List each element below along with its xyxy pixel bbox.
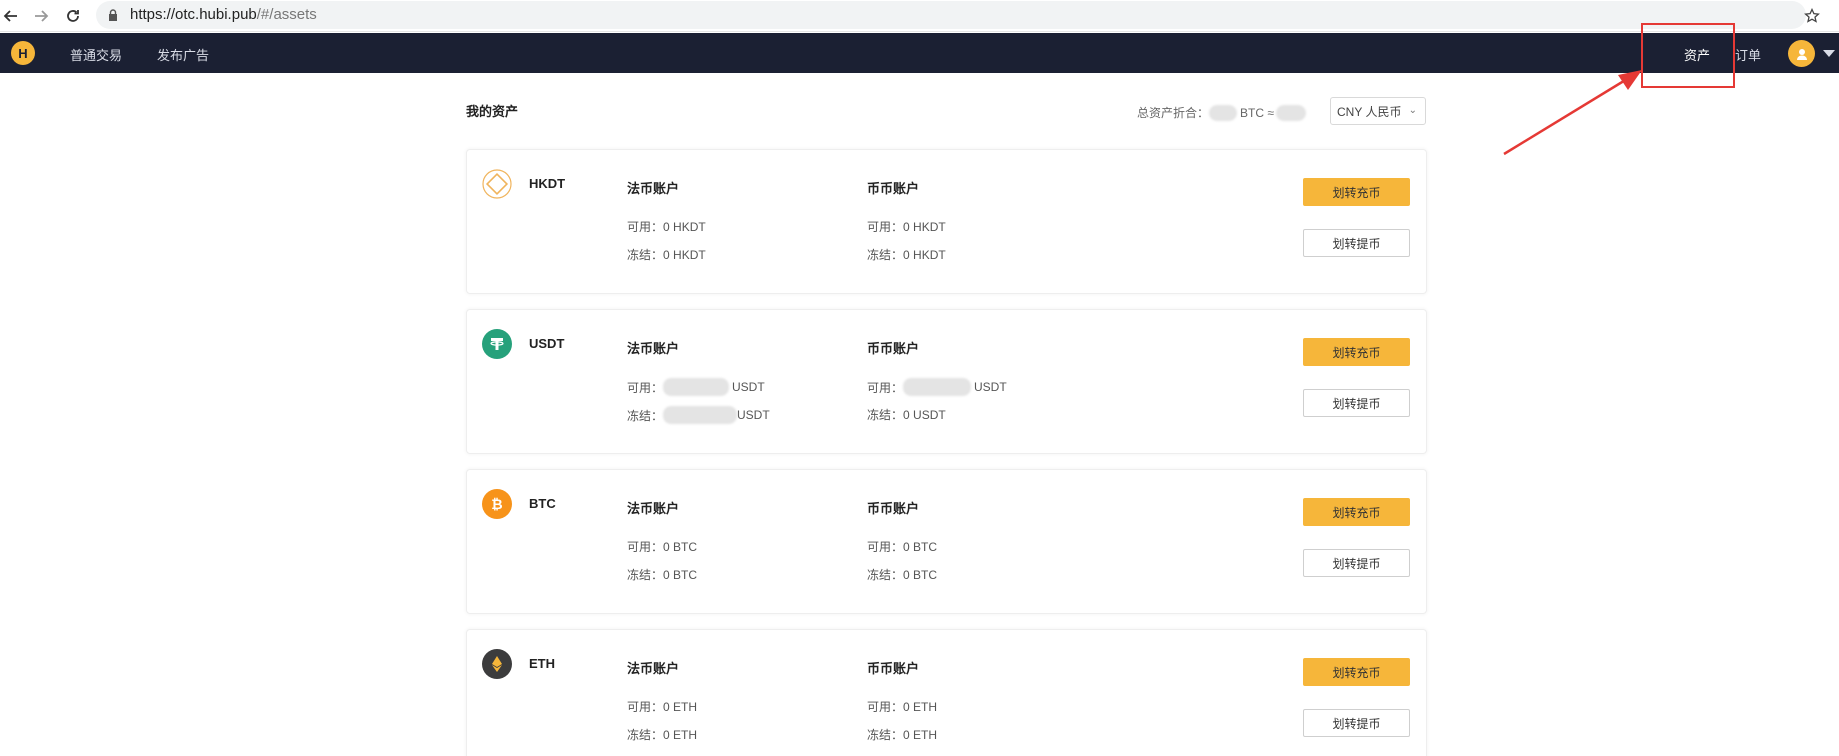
fiat-account-title: 法币账户 — [627, 341, 680, 356]
address-bar[interactable]: https://otc.hubi.pub/#/assets — [96, 1, 1806, 29]
coin-available: 可用： USDT — [867, 378, 1007, 396]
hkdt-diamond-icon — [482, 169, 512, 199]
transfer-withdraw-button[interactable]: 划转提币 — [1303, 549, 1410, 577]
asset-card-btc: ₿ BTC 法币账户 可用：0 BTC 冻结：0 BTC 币币账户 可用：0 B… — [466, 469, 1427, 614]
fiat-available: 可用：0 HKDT — [627, 220, 706, 234]
nav-ordinary-trade[interactable]: 普通交易 — [70, 45, 122, 64]
coin-account-title: 币币账户 — [867, 661, 920, 676]
coin-name: USDT — [529, 336, 565, 351]
redacted-value — [1275, 104, 1306, 121]
hubi-logo[interactable]: H — [11, 41, 35, 65]
redacted-value — [663, 406, 738, 424]
fiat-available: 可用：0 BTC — [627, 540, 698, 554]
coin-name: ETH — [529, 656, 555, 671]
total-assets-label: 总资产折合： — [1137, 106, 1210, 120]
asset-card-hkdt: HKDT 法币账户 可用：0 HKDT 冻结：0 HKDT 币币账户 可用：0 … — [466, 149, 1427, 294]
currency-select-value: CNY 人民币 — [1337, 104, 1402, 119]
coin-account-title: 币币账户 — [867, 501, 920, 516]
fiat-frozen: 冻结： USDT — [627, 406, 770, 424]
coin-frozen: 冻结：0 HKDT — [867, 248, 946, 262]
asset-card-usdt: USDT 法币账户 可用： USDT 冻结： USDT 币币账户 可用： USDT 冻… — [466, 309, 1427, 454]
coin-account-title: 币币账户 — [867, 341, 920, 356]
transfer-deposit-button[interactable]: 划转充币 — [1303, 178, 1410, 206]
coin-available: 可用：0 BTC — [867, 540, 938, 554]
redacted-value — [663, 378, 730, 396]
browser-toolbar: https://otc.hubi.pub/#/assets — [0, 0, 1839, 32]
coin-name: HKDT — [529, 176, 566, 191]
coin-available: 可用：0 HKDT — [867, 220, 946, 234]
user-avatar[interactable] — [1788, 40, 1815, 67]
total-btc-unit: BTC ≈ — [1240, 105, 1274, 120]
tether-icon — [482, 329, 512, 359]
transfer-deposit-button[interactable]: 划转充币 — [1303, 498, 1410, 526]
transfer-deposit-button[interactable]: 划转充币 — [1303, 338, 1410, 366]
coin-frozen: 冻结：0 BTC — [867, 568, 938, 582]
coin-frozen: 冻结：0 ETH — [867, 728, 938, 742]
redacted-value — [903, 378, 972, 396]
user-icon — [1796, 48, 1807, 60]
transfer-withdraw-button[interactable]: 划转提币 — [1303, 709, 1410, 737]
back-arrow-icon[interactable] — [0, 5, 22, 27]
ethereum-icon — [482, 649, 512, 679]
fiat-available: 可用： USDT — [627, 378, 765, 396]
transfer-withdraw-button[interactable]: 划转提币 — [1303, 229, 1410, 257]
total-assets: 总资产折合： BTC ≈ — [1137, 104, 1306, 121]
bookmark-star-icon[interactable] — [1801, 5, 1823, 27]
fiat-frozen: 冻结：0 ETH — [627, 728, 698, 742]
coin-frozen: 冻结：0 USDT — [867, 408, 946, 422]
fiat-account-title: 法币账户 — [627, 661, 680, 676]
nav-post-ad[interactable]: 发布广告 — [157, 45, 209, 64]
coin-account-title: 币币账户 — [867, 181, 920, 196]
annotation-arrow-icon — [1503, 70, 1642, 156]
chevron-down-icon[interactable] — [1823, 50, 1835, 57]
page-title: 我的资产 — [466, 104, 519, 119]
forward-arrow-icon[interactable] — [30, 5, 52, 27]
coin-name: BTC — [529, 496, 556, 511]
reload-icon[interactable] — [62, 5, 84, 27]
nav-orders[interactable]: 订单 — [1735, 45, 1761, 64]
transfer-deposit-button[interactable]: 划转充币 — [1303, 658, 1410, 686]
url-text: https://otc.hubi.pub/#/assets — [130, 6, 317, 23]
currency-select[interactable]: CNY 人民币 ⌄ — [1330, 97, 1426, 125]
fiat-account-title: 法币账户 — [627, 501, 680, 516]
annotation-highlight-box — [1641, 23, 1735, 88]
fiat-account-title: 法币账户 — [627, 181, 680, 196]
fiat-frozen: 冻结：0 HKDT — [627, 248, 706, 262]
asset-card-eth: ETH 法币账户 可用：0 ETH 冻结：0 ETH 币币账户 可用：0 ETH… — [466, 629, 1427, 756]
lock-icon — [109, 9, 117, 21]
transfer-withdraw-button[interactable]: 划转提币 — [1303, 389, 1410, 417]
coin-available: 可用：0 ETH — [867, 700, 938, 714]
fiat-frozen: 冻结：0 BTC — [627, 568, 698, 582]
redacted-value — [1209, 104, 1238, 121]
chevron-down-icon: ⌄ — [1408, 105, 1417, 116]
bitcoin-icon: ₿ — [482, 489, 512, 519]
fiat-available: 可用：0 ETH — [627, 700, 698, 714]
svg-text:₿: ₿ — [491, 497, 502, 513]
